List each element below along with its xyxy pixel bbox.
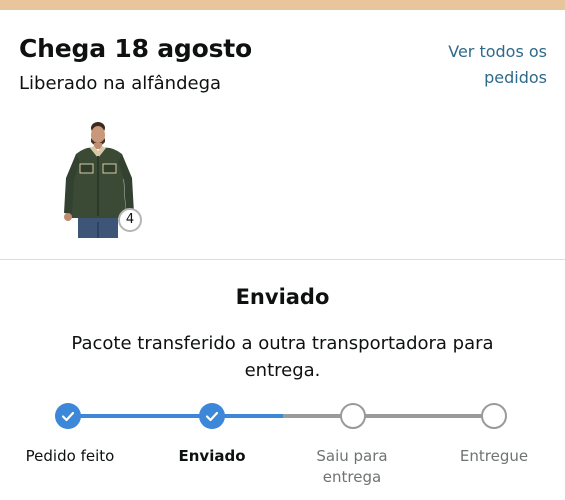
check-icon	[61, 411, 75, 422]
step-label-pedido-feito: Pedido feito	[25, 447, 115, 465]
progress-line-remaining	[283, 414, 493, 418]
step-saiu-para-entrega-marker	[340, 403, 366, 429]
step-label-saiu-para-entrega: Saiu para entrega	[316, 447, 388, 486]
step-pedido-feito-marker	[55, 403, 81, 429]
check-icon	[205, 411, 219, 422]
section-divider	[0, 259, 565, 260]
delivery-date-title: Chega 18 agosto	[19, 34, 253, 63]
step-label-entregue: Entregue	[459, 447, 529, 465]
delivery-status-text: Liberado na alfândega	[19, 73, 222, 94]
top-accent-bar	[0, 0, 565, 10]
quantity-badge: 4	[118, 208, 142, 232]
step-label-enviado: Enviado	[178, 447, 246, 465]
step-enviado-marker	[199, 403, 225, 429]
progress-line-done	[68, 414, 283, 418]
view-all-orders-link[interactable]: Ver todos os pedidos	[407, 39, 547, 91]
shipment-status-title: Enviado	[235, 285, 330, 309]
shipment-status-description: Pacote transferido a outra transportador…	[71, 333, 494, 381]
step-entregue-marker	[481, 403, 507, 429]
